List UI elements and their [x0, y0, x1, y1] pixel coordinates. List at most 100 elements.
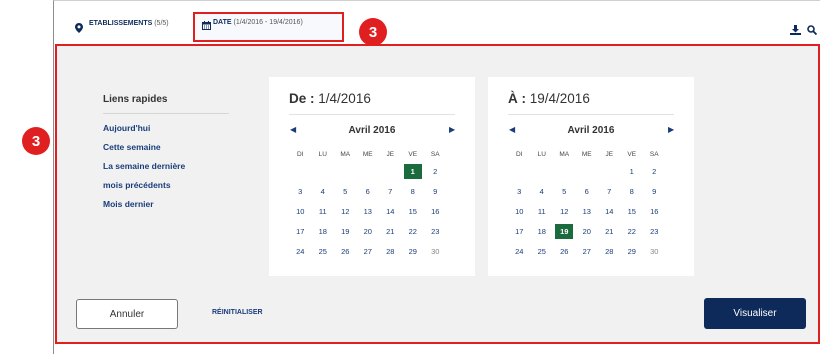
- calendar-day[interactable]: 9: [426, 184, 444, 199]
- calendar-cell: 22: [621, 221, 644, 241]
- calendar-day[interactable]: 24: [510, 244, 528, 259]
- annotation-badge-top: 3: [359, 18, 387, 46]
- calendar-day[interactable]: 6: [578, 184, 596, 199]
- quick-link-today[interactable]: Aujourd'hui: [103, 123, 229, 133]
- calendar-day[interactable]: 28: [600, 244, 618, 259]
- calendar-day[interactable]: 29: [623, 244, 641, 259]
- calendar-day[interactable]: 15: [404, 204, 422, 219]
- search-icon[interactable]: [807, 22, 818, 40]
- calendar-day[interactable]: 30: [426, 244, 444, 259]
- calendar-day[interactable]: 1: [623, 164, 641, 179]
- calendar-cell: 30: [643, 241, 666, 261]
- calendar-day[interactable]: 11: [314, 204, 332, 219]
- calendar-day[interactable]: 16: [645, 204, 663, 219]
- calendar-day[interactable]: 27: [578, 244, 596, 259]
- calendar-day[interactable]: 6: [359, 184, 377, 199]
- quick-link-last-month[interactable]: Mois dernier: [103, 199, 229, 209]
- calendar-day[interactable]: 26: [336, 244, 354, 259]
- calendar-day[interactable]: 27: [359, 244, 377, 259]
- calendar-day[interactable]: 5: [336, 184, 354, 199]
- calendar-day[interactable]: 30: [645, 244, 663, 259]
- calendar-cell: 29: [402, 241, 425, 261]
- calendar-from-nav: ◀ Avril 2016 ▶: [269, 125, 475, 139]
- quick-link-last-week[interactable]: La semaine dernière: [103, 161, 229, 171]
- calendar-day[interactable]: 13: [359, 204, 377, 219]
- calendar-day[interactable]: 18: [533, 224, 551, 239]
- calendar-day[interactable]: 25: [314, 244, 332, 259]
- quick-links: Liens rapides Aujourd'hui Cette semaine …: [103, 94, 229, 209]
- calendar-cell: 20: [357, 221, 380, 241]
- calendar-day[interactable]: 7: [381, 184, 399, 199]
- calendar-day[interactable]: 26: [555, 244, 573, 259]
- establishments-filter[interactable]: ETABLISSEMENTS (5/5): [89, 20, 169, 27]
- calendar-day[interactable]: 4: [314, 184, 332, 199]
- calendar-day[interactable]: 29: [404, 244, 422, 259]
- weekday-label: SA: [649, 150, 659, 158]
- calendar-cell: 10: [289, 201, 312, 221]
- cancel-button[interactable]: Annuler: [76, 299, 178, 329]
- calendar-cell: 4: [312, 181, 335, 201]
- calendar-day[interactable]: 24: [291, 244, 309, 259]
- calendar-to-nav: ◀ Avril 2016 ▶: [488, 125, 694, 139]
- calendar-day[interactable]: 22: [623, 224, 641, 239]
- calendar-cell: [312, 161, 335, 181]
- calendar-day[interactable]: 12: [555, 204, 573, 219]
- reset-link[interactable]: RÉINITIALISER: [212, 309, 263, 316]
- calendar-day[interactable]: 10: [510, 204, 528, 219]
- calendar-cell: 18: [312, 221, 335, 241]
- calendar-day[interactable]: 8: [623, 184, 641, 199]
- calendar-day[interactable]: 5: [555, 184, 573, 199]
- calendar-day[interactable]: 7: [600, 184, 618, 199]
- calendar-week-row: 24 25 26 27 28 29 30: [289, 241, 447, 261]
- quick-link-previous-months[interactable]: mois précédents: [103, 180, 229, 190]
- calendar-day[interactable]: 9: [645, 184, 663, 199]
- calendar-day[interactable]: 22: [404, 224, 422, 239]
- calendar-day[interactable]: 16: [426, 204, 444, 219]
- date-label: DATE: [213, 19, 232, 26]
- calendar-day[interactable]: 21: [600, 224, 618, 239]
- calendar-week-row: 17 18 19 20 21 22 23: [289, 221, 447, 241]
- weekday-label: ME: [362, 150, 373, 158]
- calendar-day[interactable]: 3: [291, 184, 309, 199]
- quick-link-this-week[interactable]: Cette semaine: [103, 142, 229, 152]
- chevron-right-icon[interactable]: ▶: [449, 125, 455, 134]
- calendar-day[interactable]: 14: [381, 204, 399, 219]
- calendar-day[interactable]: 2: [426, 164, 444, 179]
- calendar-day[interactable]: 20: [359, 224, 377, 239]
- calendar-day[interactable]: 23: [645, 224, 663, 239]
- calendar-day[interactable]: 23: [426, 224, 444, 239]
- calendar-day[interactable]: 1: [403, 163, 422, 179]
- calendar-cell: 30: [424, 241, 447, 261]
- calendar-cell: 28: [598, 241, 621, 261]
- calendar-day[interactable]: 17: [510, 224, 528, 239]
- download-icon[interactable]: [790, 22, 801, 40]
- calendar-day[interactable]: 21: [381, 224, 399, 239]
- calendar-cell: 28: [379, 241, 402, 261]
- calendar-day[interactable]: 13: [578, 204, 596, 219]
- calendar-day[interactable]: 15: [623, 204, 641, 219]
- calendar-cell: 1: [402, 161, 425, 181]
- calendar-day[interactable]: 12: [336, 204, 354, 219]
- chevron-right-icon[interactable]: ▶: [668, 125, 674, 134]
- calendar-cell: 23: [424, 221, 447, 241]
- calendar-cell: 21: [379, 221, 402, 241]
- calendar-day[interactable]: 20: [578, 224, 596, 239]
- calendar-day[interactable]: 25: [533, 244, 551, 259]
- calendar-icon: [202, 17, 211, 35]
- calendar-day[interactable]: 28: [381, 244, 399, 259]
- calendar-day[interactable]: 4: [533, 184, 551, 199]
- calendar-week-row: 10 11 12 13 14 15 16: [289, 201, 447, 221]
- calendar-day[interactable]: 19: [336, 224, 354, 239]
- calendar-cell: 13: [357, 201, 380, 221]
- calendar-day[interactable]: 17: [291, 224, 309, 239]
- calendar-day[interactable]: 18: [314, 224, 332, 239]
- calendar-day[interactable]: 2: [645, 164, 663, 179]
- calendar-day[interactable]: 14: [600, 204, 618, 219]
- calendar-day[interactable]: 19: [555, 223, 574, 239]
- view-button[interactable]: Visualiser: [704, 298, 806, 329]
- calendar-day[interactable]: 8: [404, 184, 422, 199]
- calendar-day[interactable]: 10: [291, 204, 309, 219]
- calendar-day[interactable]: 3: [510, 184, 528, 199]
- calendar-day[interactable]: 11: [533, 204, 551, 219]
- weekday-label: JE: [605, 150, 614, 158]
